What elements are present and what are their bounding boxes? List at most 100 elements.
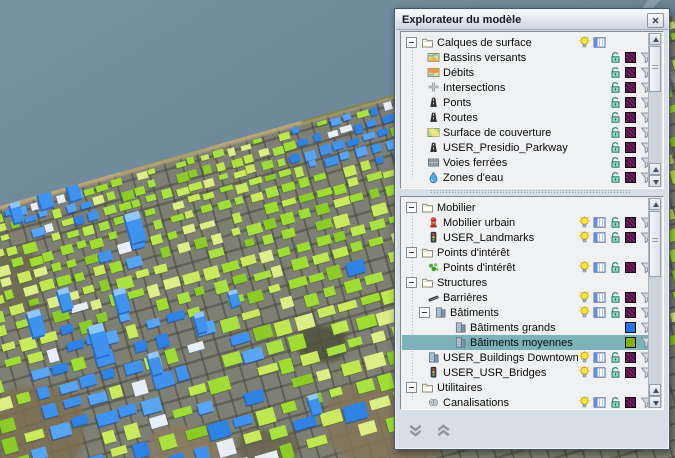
tree-item-mobilier[interactable]: Mobilier — [402, 200, 649, 215]
lock-icon[interactable] — [609, 396, 622, 408]
expander-icon[interactable] — [406, 382, 417, 393]
color-swatch[interactable] — [625, 352, 636, 363]
features-tree-scrollbar[interactable] — [648, 198, 662, 408]
scrollbar-thumb[interactable] — [649, 46, 661, 92]
lightbulb-icon[interactable] — [578, 305, 591, 319]
scroll-up-button[interactable] — [649, 198, 661, 210]
color-swatch[interactable] — [625, 322, 636, 333]
surface-tree-scrollbar[interactable] — [648, 33, 662, 187]
lightbulb-icon[interactable] — [578, 260, 591, 274]
tree-item-mobilier-urbain[interactable]: Mobilier urbain — [402, 215, 649, 230]
tree-item-voies-ferr-es[interactable]: Voies ferrées — [402, 155, 649, 170]
lock-icon[interactable] — [609, 111, 622, 124]
lightbulb-icon[interactable] — [578, 215, 591, 229]
color-swatch[interactable] — [625, 367, 636, 378]
lightbulb-icon[interactable] — [578, 395, 591, 408]
scroll-up-button[interactable] — [649, 384, 661, 396]
color-swatch[interactable] — [625, 157, 636, 168]
lock-icon[interactable] — [609, 261, 622, 274]
legend-icon[interactable] — [593, 351, 606, 364]
tree-item-points-d-int-r-t[interactable]: Points d'intérêt — [402, 245, 649, 260]
lightbulb-icon[interactable] — [578, 230, 591, 244]
lock-icon[interactable] — [609, 306, 622, 319]
tree-item-b-timents-grands[interactable]: Bâtiments grands — [402, 320, 649, 335]
tree-item-user-landmarks[interactable]: USER_Landmarks — [402, 230, 649, 245]
expander-icon[interactable] — [419, 307, 430, 318]
tree-item-bassins-versants[interactable]: Bassins versants — [402, 50, 649, 65]
lock-icon[interactable] — [609, 231, 622, 244]
tree-item-barri-res[interactable]: Barrières — [402, 290, 649, 305]
scroll-down-button[interactable] — [649, 396, 661, 408]
color-swatch[interactable] — [625, 97, 636, 108]
lock-icon[interactable] — [609, 66, 622, 79]
lock-icon[interactable] — [609, 126, 622, 139]
tree-item-b-timents-moyennes[interactable]: Bâtiments moyennes — [402, 335, 649, 350]
color-swatch[interactable] — [625, 82, 636, 93]
lock-icon[interactable] — [609, 156, 622, 169]
legend-icon[interactable] — [593, 306, 606, 319]
color-swatch[interactable] — [625, 142, 636, 153]
legend-icon[interactable] — [593, 36, 606, 49]
lock-icon[interactable] — [609, 51, 622, 64]
color-swatch[interactable] — [625, 397, 636, 408]
color-swatch[interactable] — [625, 262, 636, 273]
lightbulb-icon[interactable] — [578, 35, 591, 49]
tree-item-utilitaires[interactable]: Utilitaires — [402, 380, 649, 395]
color-swatch[interactable] — [625, 217, 636, 228]
tree-item-label: Canalisations — [443, 396, 510, 409]
tree-item-user-presidio-parkway[interactable]: USER_Presidio_Parkway — [402, 140, 649, 155]
lock-icon[interactable] — [609, 216, 622, 229]
color-swatch[interactable] — [625, 127, 636, 138]
scroll-up-button[interactable] — [649, 33, 661, 45]
color-swatch[interactable] — [625, 112, 636, 123]
legend-icon[interactable] — [593, 231, 606, 244]
expander-icon[interactable] — [406, 247, 417, 258]
tree-splitter[interactable] — [400, 189, 662, 195]
lock-icon[interactable] — [609, 291, 622, 304]
lock-icon[interactable] — [609, 366, 622, 379]
legend-icon[interactable] — [593, 396, 606, 408]
legend-icon[interactable] — [593, 216, 606, 229]
lock-icon[interactable] — [609, 141, 622, 154]
tree-item-intersections[interactable]: Intersections — [402, 80, 649, 95]
expander-icon[interactable] — [406, 202, 417, 213]
color-swatch[interactable] — [625, 307, 636, 318]
tree-item-routes[interactable]: Routes — [402, 110, 649, 125]
tree-item-canalisations[interactable]: Canalisations — [402, 395, 649, 408]
lock-icon[interactable] — [609, 171, 622, 184]
tree-item-user-usr-bridges[interactable]: USER_USR_Bridges — [402, 365, 649, 380]
scroll-down-button[interactable] — [649, 175, 661, 187]
move-layer-down-button[interactable] — [402, 420, 428, 440]
tree-item-surface-de-couverture[interactable]: Surface de couverture — [402, 125, 649, 140]
scrollbar-thumb[interactable] — [649, 211, 661, 277]
tree-item-user-buildings-downtown[interactable]: USER_Buildings Downtown — [402, 350, 649, 365]
tree-item-zones-d-eau[interactable]: Zones d'eau — [402, 170, 649, 185]
tree-item-points-d-int-r-t[interactable]: Points d'intérêt — [402, 260, 649, 275]
color-swatch[interactable] — [625, 292, 636, 303]
color-swatch[interactable] — [625, 172, 636, 183]
tree-item-ponts[interactable]: Ponts — [402, 95, 649, 110]
scroll-up-button[interactable] — [649, 163, 661, 175]
lightbulb-icon[interactable] — [578, 290, 591, 304]
expander-icon[interactable] — [406, 37, 417, 48]
lightbulb-icon[interactable] — [578, 350, 591, 364]
lock-icon[interactable] — [609, 351, 622, 364]
panel-titlebar[interactable]: Explorateur du modèle — [396, 10, 668, 30]
color-swatch[interactable] — [625, 337, 636, 348]
tree-item-b-timents[interactable]: Bâtiments — [402, 305, 649, 320]
tree-item-structures[interactable]: Structures — [402, 275, 649, 290]
lightbulb-icon[interactable] — [578, 365, 591, 379]
lock-icon[interactable] — [609, 96, 622, 109]
tree-item-d-bits[interactable]: Débits — [402, 65, 649, 80]
expander-icon[interactable] — [406, 277, 417, 288]
color-swatch[interactable] — [625, 52, 636, 63]
legend-icon[interactable] — [593, 291, 606, 304]
color-swatch[interactable] — [625, 67, 636, 78]
close-button[interactable] — [647, 13, 664, 28]
move-layer-up-button[interactable] — [430, 420, 456, 440]
tree-item-calques-de-surface[interactable]: Calques de surface — [402, 35, 649, 50]
lock-icon[interactable] — [609, 81, 622, 94]
legend-icon[interactable] — [593, 261, 606, 274]
legend-icon[interactable] — [593, 366, 606, 379]
color-swatch[interactable] — [625, 232, 636, 243]
